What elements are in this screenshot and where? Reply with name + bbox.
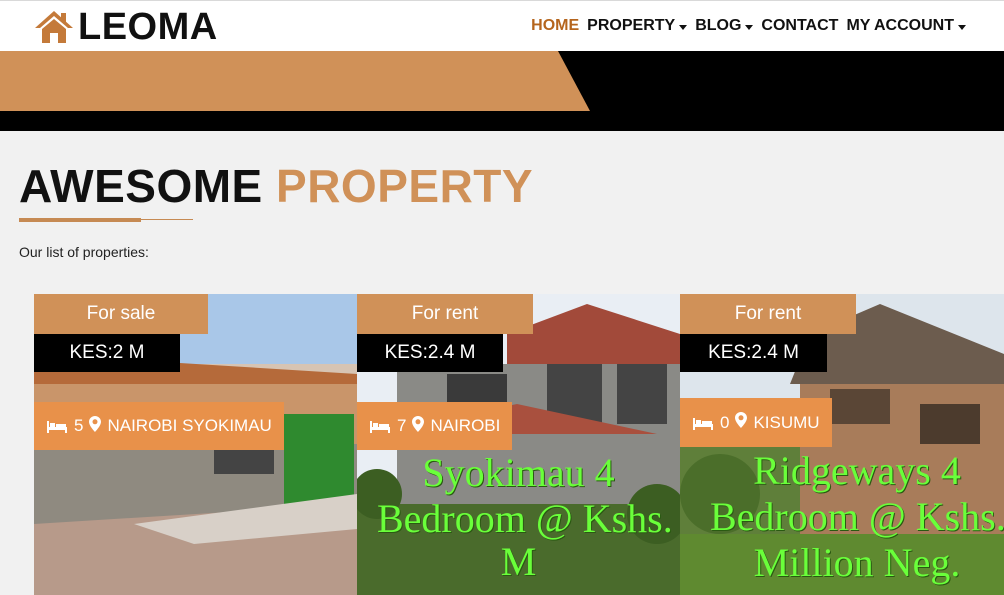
brand-name: LEOMA bbox=[78, 6, 218, 48]
map-pin-icon bbox=[89, 415, 102, 432]
property-card[interactable]: For sale KES:2 M 5 NAIROBI SYOKIMAU bbox=[34, 294, 357, 595]
nav-blog-label: BLOG bbox=[695, 17, 742, 34]
section-title-part1: AWESOME bbox=[19, 160, 263, 212]
map-pin-icon bbox=[412, 415, 425, 432]
caret-down-icon bbox=[958, 24, 966, 30]
price-badge: KES:2 M bbox=[34, 334, 180, 372]
property-location: KISUMU bbox=[753, 412, 820, 432]
main-nav: HOME PROPERTY BLOG CONTACT MY ACCOUNT bbox=[527, 16, 970, 36]
property-location: NAIROBI SYOKIMAU bbox=[107, 416, 272, 435]
photo-caption-line: Bedroom @ Kshs. 1 bbox=[377, 496, 680, 541]
section-title: AWESOME PROPERTY bbox=[19, 160, 533, 212]
nav-property[interactable]: PROPERTY bbox=[583, 16, 691, 36]
price-badge: KES:2.4 M bbox=[680, 334, 827, 372]
map-pin-icon bbox=[735, 412, 748, 428]
nav-home[interactable]: HOME bbox=[527, 16, 583, 36]
bed-icon bbox=[370, 421, 390, 433]
title-underline-accent bbox=[19, 218, 141, 222]
nav-blog[interactable]: BLOG bbox=[691, 16, 757, 36]
property-location: NAIROBI bbox=[430, 416, 501, 435]
photo-caption-overlay: Ridgeways 4 Bedroom @ Kshs. 8 Million Ne… bbox=[680, 448, 1004, 586]
status-badge: For rent bbox=[357, 294, 533, 334]
bed-icon bbox=[47, 421, 67, 433]
nav-contact[interactable]: CONTACT bbox=[757, 16, 842, 36]
photo-caption-line: Syokimau 4 bbox=[422, 450, 615, 495]
photo-caption-line: Million Neg. bbox=[753, 540, 961, 585]
property-info-badge: 7 NAIROBI bbox=[357, 402, 513, 450]
photo-caption-line: M bbox=[500, 539, 537, 584]
section-title-part2: PROPERTY bbox=[276, 160, 534, 212]
brand-logo[interactable]: LEOMA bbox=[34, 7, 218, 47]
home-icon bbox=[35, 11, 73, 43]
bed-icon bbox=[693, 417, 713, 430]
nav-home-label: HOME bbox=[531, 17, 580, 34]
property-info-badge: 0 KISUMU bbox=[680, 398, 832, 447]
property-card[interactable]: For rent KES:2.4 M 0 KISUMU Ridgeways 4 … bbox=[680, 294, 1004, 595]
section-subtitle: Our list of properties: bbox=[19, 244, 149, 260]
nav-property-label: PROPERTY bbox=[587, 17, 676, 34]
banner-accent-shape bbox=[0, 51, 590, 111]
status-badge: For rent bbox=[680, 294, 856, 334]
photo-caption-overlay: Syokimau 4 Bedroom @ Kshs. 1 M bbox=[357, 450, 680, 582]
nav-my-account-label: MY ACCOUNT bbox=[846, 17, 954, 34]
price-badge: KES:2.4 M bbox=[357, 334, 503, 372]
caret-down-icon bbox=[679, 24, 688, 30]
property-card[interactable]: For rent KES:2.4 M 7 NAIROBI Syokimau 4 … bbox=[357, 294, 680, 595]
photo-caption-line: Ridgeways 4 bbox=[753, 448, 961, 493]
bedroom-count: 5 bbox=[74, 416, 84, 435]
navbar: LEOMA HOME PROPERTY BLOG CONTACT MY ACCO… bbox=[0, 0, 1004, 51]
caret-down-icon bbox=[745, 24, 754, 30]
hero-banner bbox=[0, 51, 1004, 131]
photo-caption-line: Bedroom @ Kshs. 8 bbox=[710, 494, 1004, 539]
nav-my-account[interactable]: MY ACCOUNT bbox=[842, 16, 970, 36]
nav-contact-label: CONTACT bbox=[761, 17, 839, 34]
status-badge: For sale bbox=[34, 294, 208, 334]
bedroom-count: 0 bbox=[720, 412, 730, 432]
bedroom-count: 7 bbox=[397, 416, 407, 435]
property-info-badge: 5 NAIROBI SYOKIMAU bbox=[34, 402, 284, 450]
